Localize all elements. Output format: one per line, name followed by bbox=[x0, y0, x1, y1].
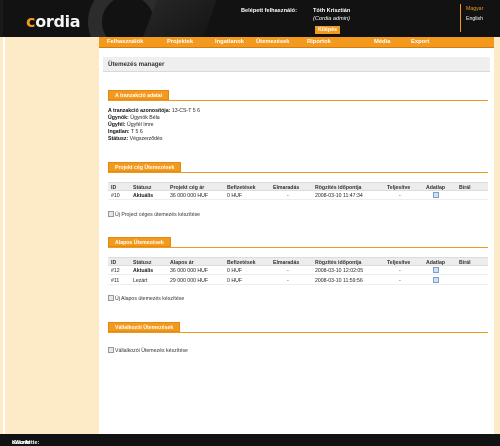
info-label: Ügynök: bbox=[108, 115, 129, 121]
info-value: 13-CS-T 5 6 bbox=[171, 108, 200, 114]
nav-felhasznalok[interactable]: Felhasználók bbox=[107, 39, 143, 45]
page-title-bar: Ütemezés manager bbox=[103, 57, 490, 72]
cell-completed: - bbox=[399, 193, 401, 199]
left-sidebar bbox=[0, 37, 99, 434]
table-row: #10 Aktuális 36 000 000 HUF 0 HUF - 2008… bbox=[108, 191, 488, 200]
nav-riportok[interactable]: Riportok bbox=[307, 39, 331, 45]
footer: Készítette: eWorld bbox=[0, 434, 500, 446]
table-row: #11 Lezárt 29 000 000 HUF 0 HUF - 2008-0… bbox=[108, 276, 488, 285]
cell-id: #12 bbox=[111, 268, 120, 274]
header: cordia Belépett felhasználó: Tóth Kriszt… bbox=[0, 0, 500, 62]
info-status: Státusz: Végszerződés bbox=[108, 136, 163, 142]
info-value: Ügynök Béla bbox=[130, 115, 160, 121]
info-label: A tranzakció azonosítója: bbox=[108, 108, 171, 114]
cell-completed: - bbox=[399, 278, 401, 284]
cell-price: 36 000 000 HUF bbox=[170, 193, 209, 199]
action-label: Új Alapos ütemezés készítése bbox=[115, 296, 185, 302]
logo-text: ordia bbox=[35, 12, 81, 31]
section-line-base bbox=[108, 247, 488, 248]
cell-arrears: - bbox=[287, 278, 289, 284]
new-business-schedule-link[interactable]: Vállalkozói Ütemezés készítése bbox=[108, 347, 188, 354]
new-document-icon bbox=[108, 295, 114, 301]
table-header: ID Státusz Alapos ár Befizetések Elmarad… bbox=[108, 257, 488, 266]
action-label: Új Project céges ütemezés készítése bbox=[115, 212, 201, 218]
logged-in-label: Belépett felhasználó: bbox=[241, 8, 297, 14]
section-tab-base-schedule: Alapos Ütemezések bbox=[108, 237, 171, 247]
section-line-business bbox=[108, 332, 488, 333]
base-schedule-table: ID Státusz Alapos ár Befizetések Elmarad… bbox=[108, 257, 488, 291]
cordia-logo[interactable]: cordia bbox=[26, 12, 81, 31]
section-tab-project-schedule: Projekt cég Ütemezések bbox=[108, 162, 182, 172]
user-role: (Cordia admin) bbox=[313, 16, 350, 22]
logo-accent-letter: c bbox=[26, 12, 36, 31]
header-left-strip bbox=[0, 0, 3, 37]
language-hungarian[interactable]: Magyar bbox=[466, 4, 500, 14]
action-label: Vállalkozói Ütemezés készítése bbox=[115, 348, 188, 354]
user-name: Tóth Krisztián bbox=[313, 8, 351, 14]
project-schedule-table: ID Státusz Projekt cég ár Befizetések El… bbox=[108, 182, 488, 207]
footer-author[interactable]: eWorld bbox=[12, 440, 30, 446]
info-label: Státusz: bbox=[108, 136, 129, 142]
datasheet-icon[interactable] bbox=[433, 192, 439, 198]
datasheet-icon[interactable] bbox=[433, 267, 439, 273]
info-agent: Ügynök: Ügynök Béla bbox=[108, 115, 160, 121]
nav-projektek[interactable]: Projektek bbox=[167, 39, 193, 45]
datasheet-icon[interactable] bbox=[433, 277, 439, 283]
nav-media[interactable]: Média bbox=[374, 39, 390, 45]
language-switcher: Magyar English bbox=[460, 4, 500, 32]
language-english[interactable]: English bbox=[466, 14, 500, 24]
left-sidebar-edge bbox=[3, 37, 5, 434]
cell-completed: - bbox=[399, 268, 401, 274]
info-value: Ügyfél Imre bbox=[127, 122, 154, 128]
nav-utemezesek[interactable]: Ütemezések bbox=[256, 39, 290, 45]
section-line-transaction bbox=[108, 100, 488, 101]
section-tab-transaction: A tranzakció adatai bbox=[108, 90, 170, 100]
main-content: Ütemezés manager A tranzakció adatai A t… bbox=[99, 48, 494, 434]
nav-ingatlanok[interactable]: Ingatlanok bbox=[215, 39, 244, 45]
cell-recorded: 2008-03-10 11:47:34 bbox=[315, 193, 363, 199]
cell-arrears: - bbox=[287, 193, 289, 199]
info-client: Ügyfél: Ügyfél Imre bbox=[108, 122, 154, 128]
new-project-schedule-link[interactable]: Új Project céges ütemezés készítése bbox=[108, 211, 200, 218]
info-label: Ingatlan: bbox=[108, 129, 130, 135]
cell-price: 36 000 000 HUF bbox=[170, 268, 209, 274]
cell-payments: 0 HUF bbox=[227, 268, 242, 274]
logo-watermark-shape bbox=[143, 0, 217, 37]
new-document-icon bbox=[108, 347, 114, 353]
cell-id: #10 bbox=[111, 193, 120, 199]
cell-id: #11 bbox=[111, 278, 120, 284]
cell-payments: 0 HUF bbox=[227, 278, 242, 284]
table-header: ID Státusz Projekt cég ár Befizetések El… bbox=[108, 182, 488, 191]
cell-status: Aktuális bbox=[133, 193, 154, 199]
info-property: Ingatlan: T 5 6 bbox=[108, 129, 143, 135]
info-value: Végszerződés bbox=[129, 136, 163, 142]
new-base-schedule-link[interactable]: Új Alapos ütemezés készítése bbox=[108, 295, 184, 302]
cell-recorded: 2008-03-10 11:59:56 bbox=[315, 278, 363, 284]
main-nav: Felhasználók Projektek Ingatlanok Ütemez… bbox=[99, 37, 494, 48]
cell-payments: 0 HUF bbox=[227, 193, 242, 199]
info-value: T 5 6 bbox=[130, 129, 143, 135]
page-title: Ütemezés manager bbox=[108, 61, 165, 68]
cell-recorded: 2008-03-10 12:02:05 bbox=[315, 268, 364, 274]
right-sidebar bbox=[494, 37, 500, 434]
section-tab-business-schedule: Vállalkozói Ütemezések bbox=[108, 322, 181, 332]
info-label: Ügyfél: bbox=[108, 122, 126, 128]
logout-button[interactable]: Kilépés bbox=[315, 26, 341, 34]
nav-export[interactable]: Export bbox=[411, 39, 429, 45]
cell-status: Aktuális bbox=[133, 268, 154, 274]
cell-status: Lezárt bbox=[133, 278, 148, 284]
cell-price: 29 000 000 HUF bbox=[170, 278, 209, 284]
cell-arrears: - bbox=[287, 268, 289, 274]
section-line-project bbox=[108, 172, 488, 173]
info-transaction-id: A tranzakció azonosítója: 13-CS-T 5 6 bbox=[108, 108, 200, 114]
new-document-icon bbox=[108, 211, 114, 217]
table-row: #12 Aktuális 36 000 000 HUF 0 HUF - 2008… bbox=[108, 266, 488, 275]
